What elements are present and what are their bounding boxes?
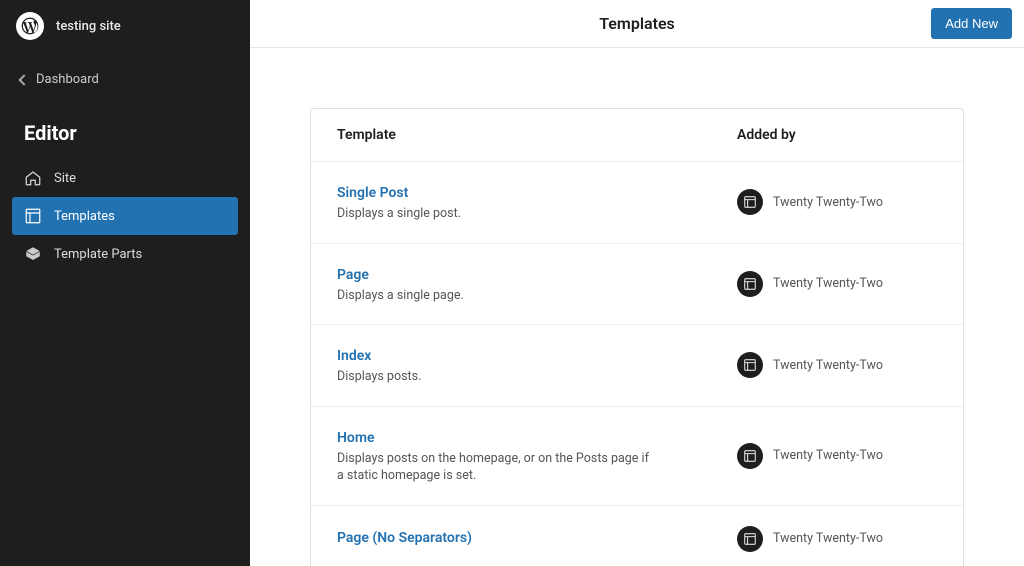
sidebar-item-label: Site — [54, 171, 76, 186]
added-by-cell: Twenty Twenty-Two — [737, 189, 937, 215]
theme-icon — [737, 271, 763, 297]
added-by-name: Twenty Twenty-Two — [773, 531, 883, 546]
template-link[interactable]: Page (No Separators) — [337, 530, 472, 546]
sidebar-item-templates[interactable]: Templates — [12, 197, 238, 235]
add-new-button[interactable]: Add New — [931, 8, 1012, 39]
sidebar-heading: Editor — [0, 113, 250, 159]
sidebar-nav: Site Templates Template Parts — [0, 159, 250, 273]
sidebar: testing site Dashboard Editor Site Templ… — [0, 0, 250, 566]
added-by-name: Twenty Twenty-Two — [773, 358, 883, 373]
chevron-left-icon — [18, 74, 29, 85]
back-to-dashboard[interactable]: Dashboard — [0, 70, 250, 95]
theme-icon — [737, 526, 763, 552]
added-by-name: Twenty Twenty-Two — [773, 448, 883, 463]
table-header: Template Added by — [311, 109, 963, 162]
template-link[interactable]: Index — [337, 348, 371, 364]
symbol-icon — [24, 245, 42, 263]
wordpress-logo-icon[interactable] — [16, 12, 44, 40]
template-info: Page (No Separators) — [337, 527, 737, 550]
added-by-name: Twenty Twenty-Two — [773, 195, 883, 210]
template-info: Home Displays posts on the homepage, or … — [337, 427, 737, 485]
template-description: Displays posts on the homepage, or on th… — [337, 450, 657, 485]
site-title: testing site — [56, 19, 121, 34]
table-row: Page (No Separators) Twenty Twenty-Two — [311, 506, 963, 566]
template-link[interactable]: Home — [337, 430, 375, 446]
theme-icon — [737, 189, 763, 215]
template-description: Displays a single post. — [337, 205, 657, 223]
sidebar-item-site[interactable]: Site — [12, 159, 238, 197]
template-description: Displays a single page. — [337, 287, 657, 305]
sidebar-item-template-parts[interactable]: Template Parts — [12, 235, 238, 273]
col-header-added-by: Added by — [737, 127, 937, 143]
templates-panel: Template Added by Single Post Displays a… — [310, 108, 964, 566]
sidebar-header: testing site — [0, 0, 250, 52]
back-label: Dashboard — [36, 72, 99, 87]
template-info: Page Displays a single page. — [337, 264, 737, 305]
table-row: Single Post Displays a single post. Twen… — [311, 162, 963, 244]
table-row: Home Displays posts on the homepage, or … — [311, 407, 963, 506]
template-info: Single Post Displays a single post. — [337, 182, 737, 223]
layout-icon — [24, 207, 42, 225]
page-title: Templates — [599, 14, 675, 33]
col-header-template: Template — [337, 127, 737, 143]
theme-icon — [737, 443, 763, 469]
sidebar-item-label: Template Parts — [54, 247, 142, 262]
main: Templates Add New Template Added by Sing… — [250, 0, 1024, 566]
added-by-cell: Twenty Twenty-Two — [737, 271, 937, 297]
template-info: Index Displays posts. — [337, 345, 737, 386]
template-description: Displays posts. — [337, 368, 657, 386]
home-icon — [24, 169, 42, 187]
template-link[interactable]: Page — [337, 267, 369, 283]
content-area: Template Added by Single Post Displays a… — [250, 48, 1024, 566]
added-by-name: Twenty Twenty-Two — [773, 276, 883, 291]
topbar: Templates Add New — [250, 0, 1024, 48]
added-by-cell: Twenty Twenty-Two — [737, 352, 937, 378]
table-row: Page Displays a single page. Twenty Twen… — [311, 244, 963, 326]
added-by-cell: Twenty Twenty-Two — [737, 443, 937, 469]
theme-icon — [737, 352, 763, 378]
template-link[interactable]: Single Post — [337, 185, 408, 201]
sidebar-item-label: Templates — [54, 209, 115, 224]
added-by-cell: Twenty Twenty-Two — [737, 526, 937, 552]
table-row: Index Displays posts. Twenty Twenty-Two — [311, 325, 963, 407]
